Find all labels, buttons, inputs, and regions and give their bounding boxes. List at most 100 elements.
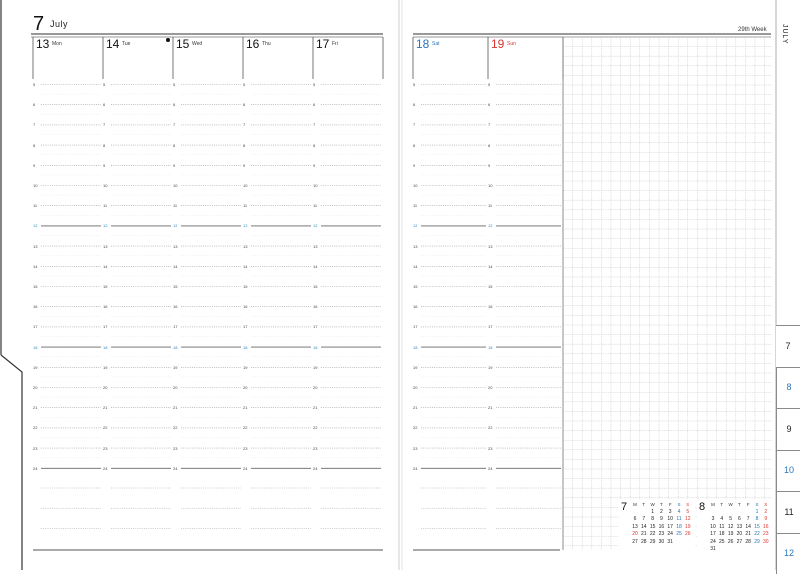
hour-label: 20 — [243, 385, 247, 390]
mini-day: 19 — [684, 524, 692, 530]
mini-day: 4 — [675, 509, 683, 515]
hour-label: 17 — [243, 324, 247, 329]
hour-label: 6 — [313, 102, 315, 107]
hour-label: 10 — [33, 183, 37, 188]
hour-label: 18 — [243, 345, 247, 350]
mini-day: 7 — [640, 516, 648, 522]
hour-label: 13 — [33, 244, 37, 249]
hour-label: 7 — [413, 122, 415, 127]
mini-day: 22 — [753, 531, 761, 537]
hour-label: 16 — [103, 304, 107, 309]
hour-label: 15 — [103, 284, 107, 289]
hour-label: 24 — [413, 466, 417, 471]
hour-label: 6 — [488, 102, 490, 107]
mini-day: 6 — [735, 516, 743, 522]
hour-label: 24 — [33, 466, 37, 471]
hour-label: 11 — [488, 203, 492, 208]
month-tab-label: 9 — [779, 424, 799, 434]
hour-label: 11 — [33, 203, 37, 208]
mini-day: 24 — [709, 539, 717, 545]
mini-day: 17 — [666, 524, 674, 530]
mini-day: 13 — [631, 524, 639, 530]
hour-label: 12 — [243, 223, 247, 228]
hour-label: 23 — [173, 446, 177, 451]
month-tab-7[interactable]: 7 — [776, 325, 800, 367]
month-tab-8[interactable]: 8 — [776, 367, 800, 409]
mini-day: 27 — [631, 539, 639, 545]
hour-label: 24 — [313, 466, 317, 471]
hour-label: 5 — [313, 82, 315, 87]
hour-label: 18 — [313, 345, 317, 350]
hour-label: 9 — [33, 163, 35, 168]
hour-label: 11 — [103, 203, 107, 208]
hour-label: 18 — [173, 345, 177, 350]
mini-day: 10 — [709, 524, 717, 530]
hour-label: 19 — [173, 365, 177, 370]
month-tab-9[interactable]: 9 — [776, 408, 800, 450]
hour-label: 24 — [173, 466, 177, 471]
day-name: Thu — [262, 41, 271, 47]
hour-label: 10 — [488, 183, 492, 188]
mini-day: 7 — [744, 516, 752, 522]
hour-label: 22 — [413, 425, 417, 430]
hour-label: 12 — [313, 223, 317, 228]
mini-weekday-header: T — [657, 502, 665, 507]
hour-label: 17 — [33, 324, 37, 329]
hour-label: 22 — [103, 425, 107, 430]
hour-label: 15 — [243, 284, 247, 289]
mini-weekday-header: T — [640, 502, 648, 507]
hour-label: 22 — [313, 425, 317, 430]
month-tab-label: 8 — [779, 382, 799, 392]
month-tab-label: 12 — [779, 548, 799, 558]
mini-day: 4 — [718, 516, 726, 522]
day-number: 15 — [176, 37, 189, 51]
hour-label: 12 — [413, 223, 417, 228]
hour-label: 10 — [103, 183, 107, 188]
hour-label: 14 — [413, 264, 417, 269]
mini-weekday-header: W — [727, 502, 735, 507]
hour-label: 16 — [413, 304, 417, 309]
hour-label: 17 — [103, 324, 107, 329]
mini-day: 10 — [666, 516, 674, 522]
day-name: Sun — [507, 41, 516, 47]
mini-day: 15 — [649, 524, 657, 530]
hour-label: 12 — [103, 223, 107, 228]
hour-label: 8 — [173, 143, 175, 148]
hour-label: 7 — [173, 122, 175, 127]
hour-label: 20 — [413, 385, 417, 390]
hour-label: 19 — [488, 365, 492, 370]
hour-label: 23 — [103, 446, 107, 451]
mini-weekday-header: S — [753, 502, 761, 507]
hour-label: 8 — [33, 143, 35, 148]
hour-label: 7 — [488, 122, 490, 127]
hour-label: 7 — [33, 122, 35, 127]
hour-label: 21 — [488, 405, 492, 410]
hour-label: 9 — [413, 163, 415, 168]
hour-label: 18 — [488, 345, 492, 350]
hour-label: 5 — [103, 82, 105, 87]
mini-day: 16 — [657, 524, 665, 530]
hour-label: 14 — [173, 264, 177, 269]
hour-label: 13 — [488, 244, 492, 249]
month-tab-label: 7 — [778, 341, 798, 351]
hour-label: 14 — [488, 264, 492, 269]
hour-label: 15 — [313, 284, 317, 289]
hour-label: 13 — [103, 244, 107, 249]
mini-day: 9 — [657, 516, 665, 522]
hour-label: 6 — [413, 102, 415, 107]
mini-day: 6 — [631, 516, 639, 522]
mini-day: 27 — [735, 539, 743, 545]
hour-label: 23 — [243, 446, 247, 451]
mini-day: 20 — [631, 531, 639, 537]
holiday-dot — [166, 38, 170, 42]
day-number: 14 — [106, 37, 119, 51]
hour-label: 6 — [33, 102, 35, 107]
mini-day: 8 — [753, 516, 761, 522]
hour-label: 14 — [313, 264, 317, 269]
hour-label: 5 — [243, 82, 245, 87]
month-tab-11[interactable]: 11 — [776, 491, 800, 533]
hour-label: 13 — [173, 244, 177, 249]
month-tab-12[interactable]: 12 — [776, 533, 800, 574]
mini-day: 31 — [709, 546, 717, 552]
month-tab-10[interactable]: 10 — [776, 450, 800, 492]
